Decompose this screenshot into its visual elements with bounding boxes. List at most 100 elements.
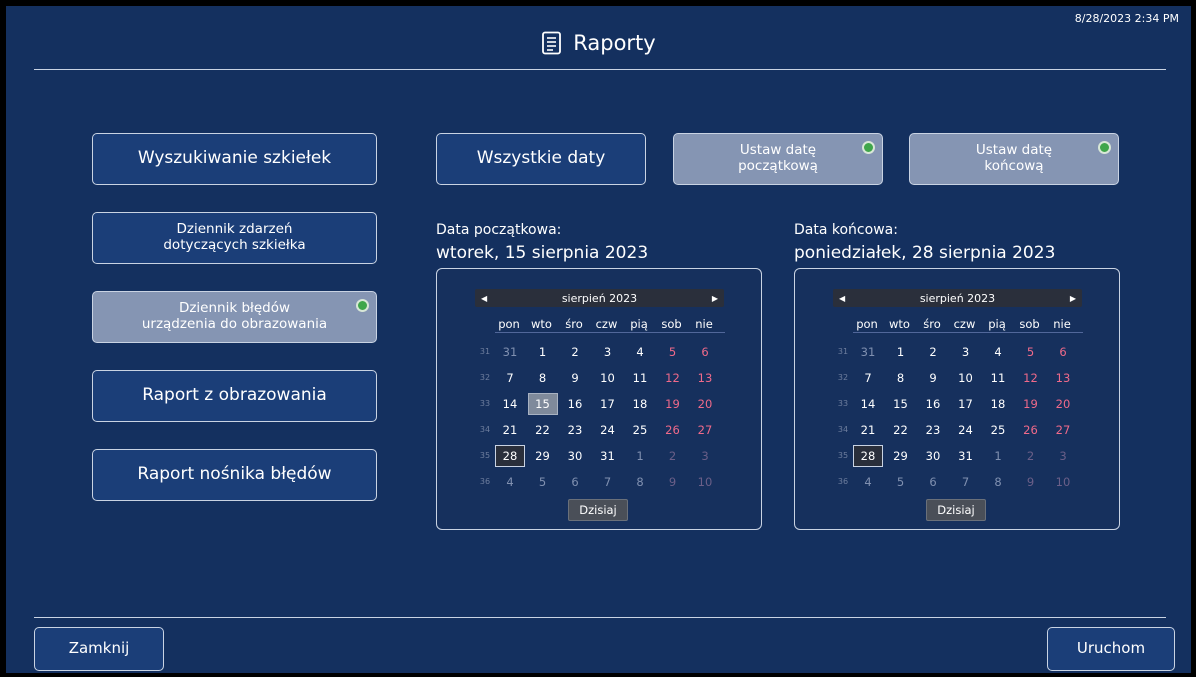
calendar-day[interactable]: 1: [983, 445, 1013, 467]
calendar-day[interactable]: 14: [853, 393, 883, 415]
calendar-day[interactable]: 15: [527, 393, 558, 415]
next-month-icon[interactable]: ▶: [712, 294, 718, 303]
calendar-day[interactable]: 6: [1048, 341, 1078, 363]
calendar-day[interactable]: 24: [951, 419, 981, 441]
calendar-day[interactable]: 23: [560, 419, 590, 441]
calendar-day[interactable]: 7: [951, 471, 981, 493]
calendar-day[interactable]: 5: [1016, 341, 1046, 363]
calendar-day[interactable]: 3: [1048, 445, 1078, 467]
calendar-day[interactable]: 15: [886, 393, 916, 415]
calendar-day[interactable]: 1: [625, 445, 655, 467]
calendar-day[interactable]: 10: [951, 367, 981, 389]
calendar-day[interactable]: 31: [495, 341, 525, 363]
calendar-day[interactable]: 30: [918, 445, 948, 467]
calendar-day[interactable]: 8: [625, 471, 655, 493]
calendar-day[interactable]: 9: [1016, 471, 1046, 493]
calendar-day[interactable]: 20: [1048, 393, 1078, 415]
error-media-report-button[interactable]: Raport nośnika błędów: [92, 449, 377, 501]
calendar-day[interactable]: 6: [918, 471, 948, 493]
today-button[interactable]: Dzisiaj: [568, 499, 628, 521]
set-end-date-label-line1: Ustaw datę: [975, 142, 1053, 159]
calendar-day[interactable]: 12: [1016, 367, 1046, 389]
calendar-day[interactable]: 13: [690, 367, 720, 389]
calendar-day[interactable]: 7: [853, 367, 883, 389]
calendar-day[interactable]: 16: [560, 393, 590, 415]
calendar-day[interactable]: 23: [918, 419, 948, 441]
calendar-day[interactable]: 9: [918, 367, 948, 389]
calendar-day[interactable]: 26: [658, 419, 688, 441]
calendar-day[interactable]: 21: [495, 419, 525, 441]
calendar-day[interactable]: 25: [625, 419, 655, 441]
calendar-day[interactable]: 26: [1016, 419, 1046, 441]
calendar-day[interactable]: 17: [951, 393, 981, 415]
calendar-day[interactable]: 9: [560, 367, 590, 389]
calendar-day[interactable]: 4: [983, 341, 1013, 363]
all-dates-button[interactable]: Wszystkie daty: [436, 133, 646, 185]
calendar-day[interactable]: 3: [951, 341, 981, 363]
calendar-day[interactable]: 29: [528, 445, 558, 467]
calendar-day[interactable]: 18: [625, 393, 655, 415]
calendar-day[interactable]: 25: [983, 419, 1013, 441]
calendar-day[interactable]: 17: [593, 393, 623, 415]
close-button[interactable]: Zamknij: [34, 627, 164, 671]
calendar-day[interactable]: 3: [690, 445, 720, 467]
calendar-day[interactable]: 21: [853, 419, 883, 441]
calendar-day[interactable]: 5: [528, 471, 558, 493]
calendar-day[interactable]: 19: [1016, 393, 1046, 415]
calendar-day[interactable]: 16: [918, 393, 948, 415]
run-button[interactable]: Uruchom: [1047, 627, 1175, 671]
calendar-day[interactable]: 19: [658, 393, 688, 415]
calendar-day[interactable]: 10: [593, 367, 623, 389]
calendar-day[interactable]: 29: [886, 445, 916, 467]
calendar-day[interactable]: 1: [886, 341, 916, 363]
calendar-day[interactable]: 4: [853, 471, 883, 493]
calendar-day[interactable]: 9: [658, 471, 688, 493]
calendar-day[interactable]: 12: [658, 367, 688, 389]
calendar-day[interactable]: 22: [886, 419, 916, 441]
calendar-day[interactable]: 31: [951, 445, 981, 467]
calendar-day[interactable]: 8: [983, 471, 1013, 493]
calendar-day[interactable]: 27: [690, 419, 720, 441]
calendar-day[interactable]: 28: [495, 445, 525, 467]
calendar-day[interactable]: 11: [625, 367, 655, 389]
calendar-day[interactable]: 7: [495, 367, 525, 389]
calendar-day[interactable]: 24: [593, 419, 623, 441]
slide-event-log-button[interactable]: Dziennik zdarzeń dotyczących szkiełka: [92, 212, 377, 264]
calendar-day[interactable]: 10: [690, 471, 720, 493]
calendar-day[interactable]: 4: [495, 471, 525, 493]
calendar-day[interactable]: 30: [560, 445, 590, 467]
calendar-day[interactable]: 18: [983, 393, 1013, 415]
calendar-day[interactable]: 13: [1048, 367, 1078, 389]
slide-search-button[interactable]: Wyszukiwanie szkiełek: [92, 133, 377, 185]
calendar-day[interactable]: 5: [886, 471, 916, 493]
calendar-day[interactable]: 22: [528, 419, 558, 441]
calendar-day[interactable]: 7: [593, 471, 623, 493]
calendar-day[interactable]: 31: [853, 341, 883, 363]
calendar-day[interactable]: 20: [690, 393, 720, 415]
set-start-date-button[interactable]: Ustaw datę początkową: [673, 133, 883, 185]
next-month-icon[interactable]: ▶: [1070, 294, 1076, 303]
calendar-day[interactable]: 8: [528, 367, 558, 389]
imaging-report-button[interactable]: Raport z obrazowania: [92, 370, 377, 422]
calendar-day[interactable]: 10: [1048, 471, 1078, 493]
calendar-day[interactable]: 8: [886, 367, 916, 389]
calendar-day[interactable]: 6: [690, 341, 720, 363]
set-end-date-button[interactable]: Ustaw datę końcową: [909, 133, 1119, 185]
calendar-day[interactable]: 31: [593, 445, 623, 467]
calendar-day[interactable]: 6: [560, 471, 590, 493]
calendar-day[interactable]: 2: [1016, 445, 1046, 467]
calendar-day[interactable]: 27: [1048, 419, 1078, 441]
calendar-day[interactable]: 3: [593, 341, 623, 363]
calendar-day[interactable]: 2: [560, 341, 590, 363]
calendar-day[interactable]: 14: [495, 393, 525, 415]
calendar-day[interactable]: 5: [658, 341, 688, 363]
calendar-day[interactable]: 1: [528, 341, 558, 363]
calendar-day[interactable]: 4: [625, 341, 655, 363]
weekday-label: wto: [531, 317, 552, 331]
calendar-day[interactable]: 2: [918, 341, 948, 363]
calendar-day[interactable]: 11: [983, 367, 1013, 389]
today-button[interactable]: Dzisiaj: [926, 499, 986, 521]
calendar-day[interactable]: 2: [658, 445, 688, 467]
scanner-error-log-button[interactable]: Dziennik błędów urządzenia do obrazowani…: [92, 291, 377, 343]
calendar-day[interactable]: 28: [853, 445, 883, 467]
